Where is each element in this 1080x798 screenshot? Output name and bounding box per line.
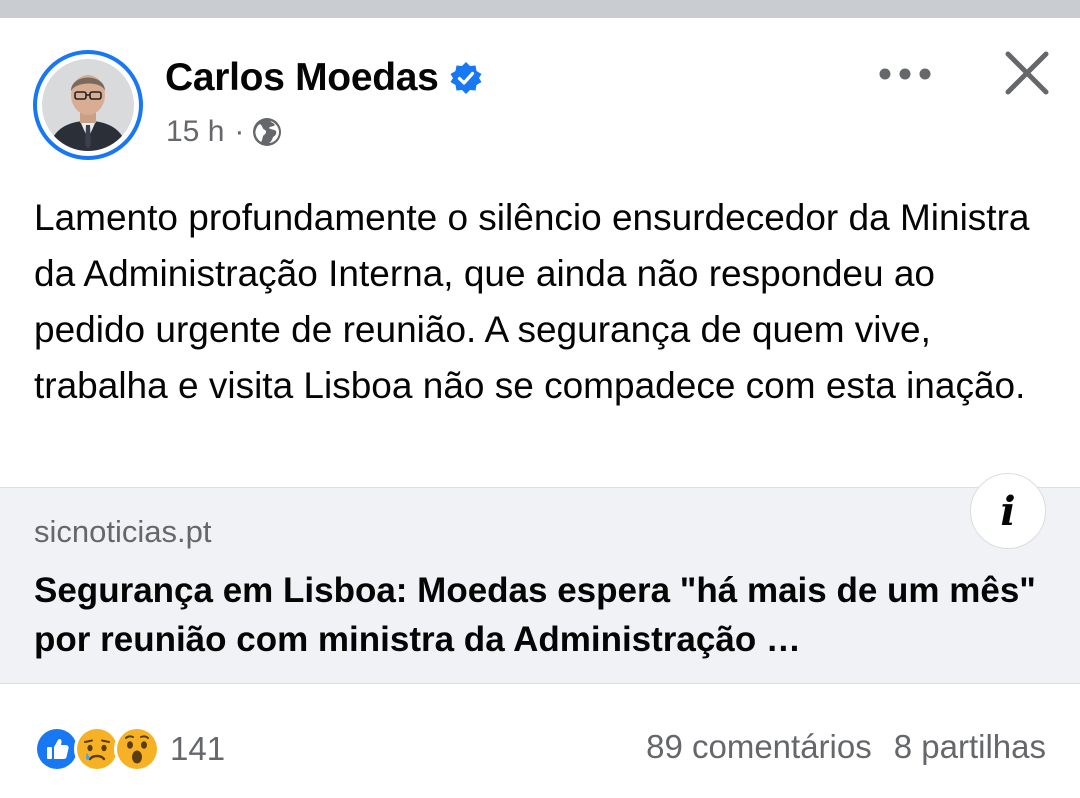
verified-badge-icon <box>449 61 483 95</box>
reaction-count: 141 <box>170 730 226 767</box>
avatar-photo <box>42 59 134 151</box>
meta-separator: · <box>234 115 245 148</box>
author-avatar[interactable] <box>33 50 143 160</box>
post-card: Carlos Moedas 15 h · Lamento profundamen… <box>0 18 1080 795</box>
post-meta: 15 h · <box>166 112 282 152</box>
link-domain: sicnoticias.pt <box>34 514 212 549</box>
author-name[interactable]: Carlos Moedas <box>165 56 439 100</box>
more-options-icon[interactable] <box>872 52 938 96</box>
feed-separator <box>0 0 1080 18</box>
engagement-stats: 89 comentários 8 partilhas <box>646 728 1046 766</box>
link-title: Segurança em Lisboa: Moedas espera "há m… <box>34 571 1036 659</box>
shares-count[interactable]: 8 partilhas <box>894 728 1046 766</box>
globe-icon[interactable] <box>252 117 282 147</box>
link-preview-card[interactable]: sicnoticias.pt Segurança em Lisboa: Moed… <box>0 487 1080 684</box>
close-icon[interactable] <box>996 42 1058 104</box>
wow-reaction-icon <box>114 726 160 772</box>
post-footer: 141 89 comentários 8 partilhas <box>0 708 1080 798</box>
author-header: Carlos Moedas <box>165 52 483 104</box>
info-icon[interactable]: i <box>970 473 1046 549</box>
reactions-summary[interactable]: 141 <box>34 724 225 774</box>
post-text: Lamento profundamente o silêncio ensurde… <box>34 197 1030 406</box>
comments-count[interactable]: 89 comentários <box>646 728 872 766</box>
post-timestamp[interactable]: 15 h <box>166 115 224 149</box>
